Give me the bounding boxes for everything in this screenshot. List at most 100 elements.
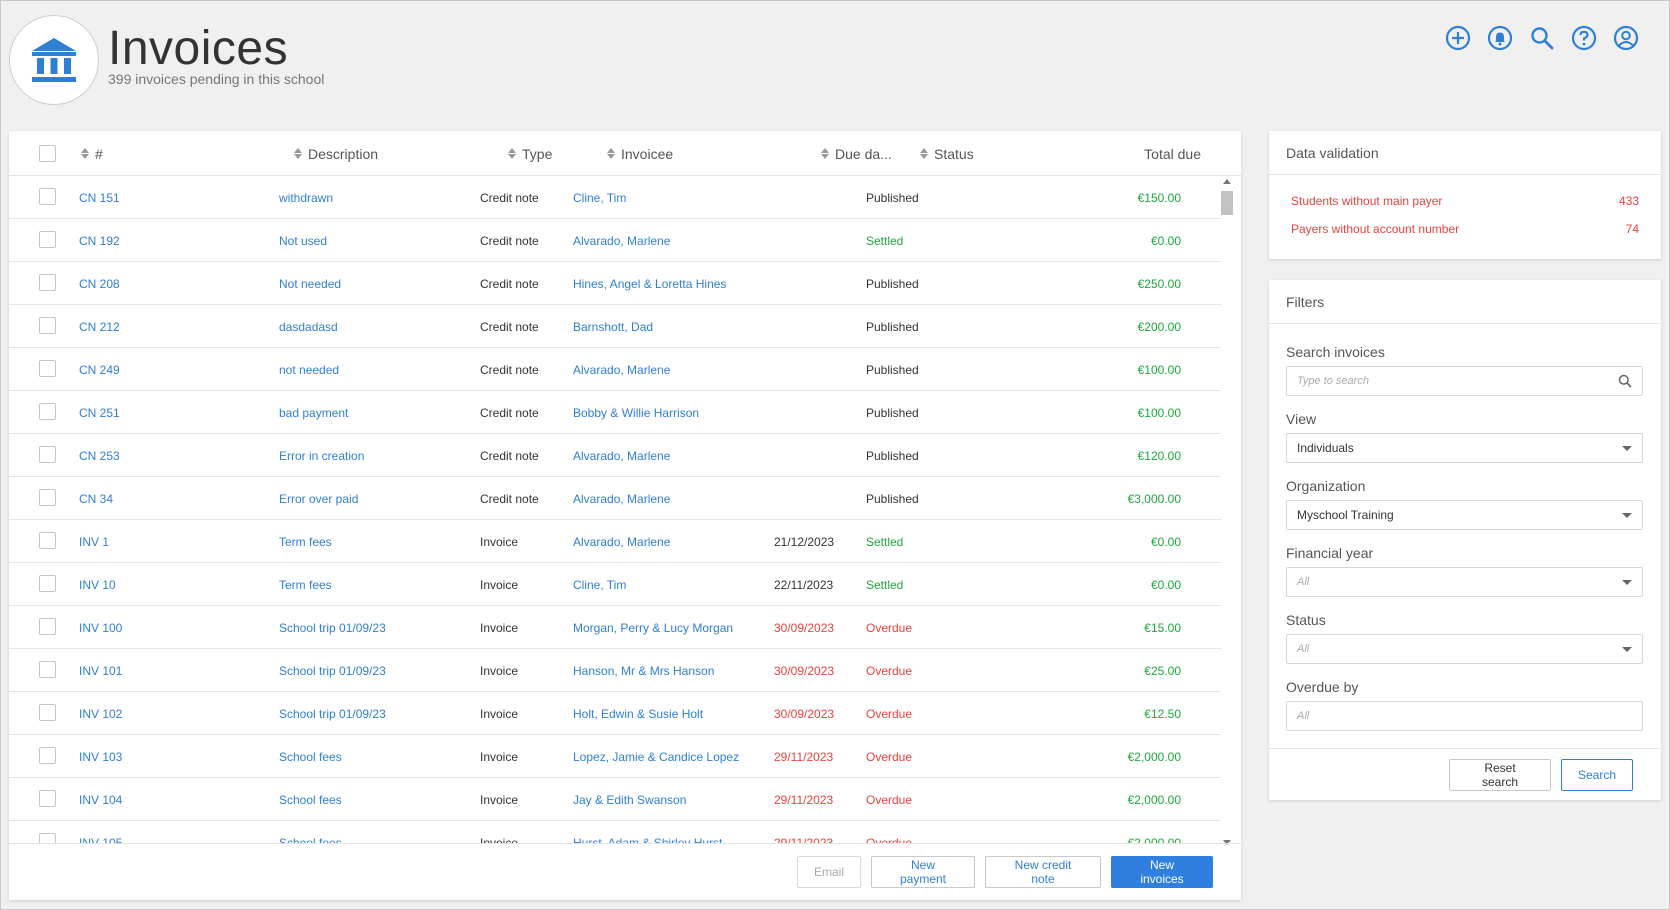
invoice-description-link[interactable]: Term fees: [279, 520, 332, 563]
invoicee-link[interactable]: Hanson, Mr & Mrs Hanson: [573, 649, 714, 692]
invoice-description-link[interactable]: Error over paid: [279, 477, 358, 520]
invoice-description-link[interactable]: Error in creation: [279, 434, 364, 477]
table-row[interactable]: CN 208 Not needed Credit note Hines, Ang…: [9, 262, 1221, 305]
status-select[interactable]: All: [1286, 634, 1643, 664]
new-payment-button[interactable]: New payment: [871, 856, 975, 888]
column-header-status[interactable]: Status: [920, 131, 974, 176]
invoice-number-link[interactable]: INV 10: [79, 563, 116, 606]
bell-icon[interactable]: [1487, 25, 1513, 51]
invoice-number-link[interactable]: CN 192: [79, 219, 120, 262]
invoicee-link[interactable]: Cline, Tim: [573, 563, 626, 606]
row-checkbox[interactable]: [39, 360, 56, 377]
row-checkbox[interactable]: [39, 274, 56, 291]
invoice-description-link[interactable]: School fees: [279, 735, 342, 778]
invoice-number-link[interactable]: CN 151: [79, 176, 120, 219]
view-select[interactable]: Individuals: [1286, 433, 1643, 463]
overdue-by-input[interactable]: All: [1286, 701, 1643, 731]
invoice-description-link[interactable]: Not used: [279, 219, 327, 262]
invoicee-link[interactable]: Cline, Tim: [573, 176, 626, 219]
row-checkbox[interactable]: [39, 403, 56, 420]
row-checkbox[interactable]: [39, 833, 56, 843]
invoicee-link[interactable]: Alvarado, Marlene: [573, 219, 670, 262]
row-checkbox[interactable]: [39, 618, 56, 635]
search-icon[interactable]: [1529, 25, 1555, 51]
row-checkbox[interactable]: [39, 188, 56, 205]
invoice-number-link[interactable]: CN 208: [79, 262, 120, 305]
invoice-number-link[interactable]: INV 102: [79, 692, 122, 735]
add-circle-icon[interactable]: [1445, 25, 1471, 51]
table-row[interactable]: CN 192 Not used Credit note Alvarado, Ma…: [9, 219, 1221, 262]
row-checkbox[interactable]: [39, 704, 56, 721]
invoice-description-link[interactable]: School fees: [279, 778, 342, 821]
invoicee-link[interactable]: Morgan, Perry & Lucy Morgan: [573, 606, 733, 649]
invoice-description-link[interactable]: not needed: [279, 348, 339, 391]
table-row[interactable]: INV 100 School trip 01/09/23 Invoice Mor…: [9, 606, 1221, 649]
invoice-number-link[interactable]: INV 103: [79, 735, 122, 778]
new-credit-note-button[interactable]: New credit note: [985, 856, 1101, 888]
table-row[interactable]: INV 103 School fees Invoice Lopez, Jamie…: [9, 735, 1221, 778]
search-button[interactable]: Search: [1561, 758, 1633, 791]
invoicee-link[interactable]: Holt, Edwin & Susie Holt: [573, 692, 703, 735]
table-row[interactable]: CN 249 not needed Credit note Alvarado, …: [9, 348, 1221, 391]
organization-select[interactable]: Myschool Training: [1286, 500, 1643, 530]
invoice-number-link[interactable]: INV 105: [79, 821, 122, 844]
table-row[interactable]: INV 105 School fees Invoice Hurst, Adam …: [9, 821, 1221, 843]
table-row[interactable]: INV 104 School fees Invoice Jay & Edith …: [9, 778, 1221, 821]
email-button[interactable]: Email: [797, 856, 861, 888]
invoice-description-link[interactable]: Not needed: [279, 262, 341, 305]
row-checkbox[interactable]: [39, 317, 56, 334]
invoice-description-link[interactable]: withdrawn: [279, 176, 333, 219]
row-checkbox[interactable]: [39, 575, 56, 592]
select-all-checkbox[interactable]: [39, 145, 56, 162]
scroll-up-arrow-icon[interactable]: [1223, 179, 1231, 184]
invoice-description-link[interactable]: School fees: [279, 821, 342, 844]
invoicee-link[interactable]: Alvarado, Marlene: [573, 348, 670, 391]
invoice-description-link[interactable]: School trip 01/09/23: [279, 692, 386, 735]
table-row[interactable]: INV 102 School trip 01/09/23 Invoice Hol…: [9, 692, 1221, 735]
row-checkbox[interactable]: [39, 231, 56, 248]
invoice-number-link[interactable]: INV 104: [79, 778, 122, 821]
invoice-number-link[interactable]: CN 253: [79, 434, 120, 477]
search-invoices-input[interactable]: Type to search: [1286, 366, 1643, 396]
help-icon[interactable]: [1571, 25, 1597, 51]
invoicee-link[interactable]: Alvarado, Marlene: [573, 520, 670, 563]
invoice-number-link[interactable]: CN 249: [79, 348, 120, 391]
table-row[interactable]: INV 10 Term fees Invoice Cline, Tim 22/1…: [9, 563, 1221, 606]
table-row[interactable]: INV 101 School trip 01/09/23 Invoice Han…: [9, 649, 1221, 692]
column-header-type[interactable]: Type: [508, 131, 552, 176]
column-header-number[interactable]: #: [81, 131, 103, 176]
row-checkbox[interactable]: [39, 790, 56, 807]
invoicee-link[interactable]: Hines, Angel & Loretta Hines: [573, 262, 726, 305]
invoicee-link[interactable]: Alvarado, Marlene: [573, 477, 670, 520]
validation-item-missing-main-payer[interactable]: Students without main payer 433: [1269, 187, 1661, 215]
row-checkbox[interactable]: [39, 661, 56, 678]
row-checkbox[interactable]: [39, 747, 56, 764]
new-invoices-button[interactable]: New invoices: [1111, 856, 1213, 888]
invoice-description-link[interactable]: School trip 01/09/23: [279, 649, 386, 692]
invoice-description-link[interactable]: Term fees: [279, 563, 332, 606]
table-row[interactable]: INV 1 Term fees Invoice Alvarado, Marlen…: [9, 520, 1221, 563]
financial-year-select[interactable]: All: [1286, 567, 1643, 597]
row-checkbox[interactable]: [39, 489, 56, 506]
table-row[interactable]: CN 34 Error over paid Credit note Alvara…: [9, 477, 1221, 520]
invoicee-link[interactable]: Alvarado, Marlene: [573, 434, 670, 477]
column-header-due-date[interactable]: Due da...: [821, 131, 892, 176]
table-row[interactable]: CN 151 withdrawn Credit note Cline, Tim …: [9, 176, 1221, 219]
invoice-description-link[interactable]: bad payment: [279, 391, 348, 434]
column-header-invoicee[interactable]: Invoicee: [607, 131, 673, 176]
invoicee-link[interactable]: Bobby & Willie Harrison: [573, 391, 699, 434]
row-checkbox[interactable]: [39, 532, 56, 549]
invoice-number-link[interactable]: INV 101: [79, 649, 122, 692]
invoice-number-link[interactable]: CN 212: [79, 305, 120, 348]
reset-search-button[interactable]: Reset search: [1449, 758, 1551, 791]
invoice-number-link[interactable]: INV 100: [79, 606, 122, 649]
row-checkbox[interactable]: [39, 446, 56, 463]
invoice-description-link[interactable]: School trip 01/09/23: [279, 606, 386, 649]
column-header-description[interactable]: Description: [294, 131, 378, 176]
invoice-number-link[interactable]: CN 251: [79, 391, 120, 434]
validation-item-missing-account-number[interactable]: Payers without account number 74: [1269, 215, 1661, 243]
invoice-number-link[interactable]: INV 1: [79, 520, 109, 563]
invoicee-link[interactable]: Hurst, Adam & Shirley Hurst: [573, 821, 722, 844]
invoicee-link[interactable]: Barnshott, Dad: [573, 305, 653, 348]
scroll-thumb[interactable]: [1221, 191, 1233, 215]
